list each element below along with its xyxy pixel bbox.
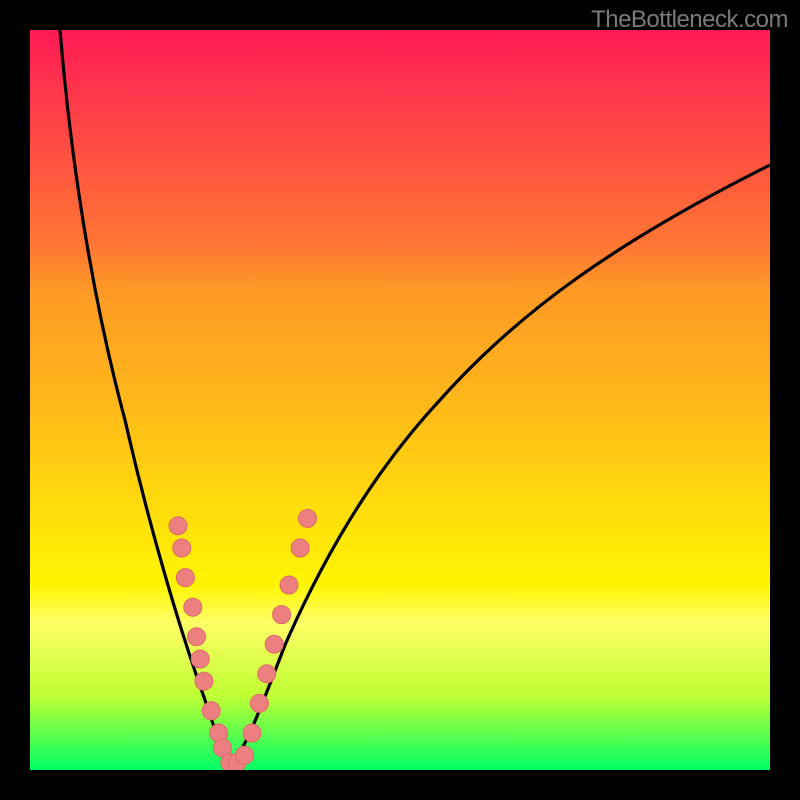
data-marker [173,539,191,557]
left-markers [169,517,246,770]
data-marker [176,569,194,587]
data-marker [195,672,213,690]
data-marker [265,635,283,653]
data-marker [243,724,261,742]
data-marker [169,517,187,535]
watermark-text: TheBottleneck.com [591,6,788,34]
data-marker [299,509,317,527]
data-marker [236,746,254,764]
data-marker [250,694,268,712]
data-marker [184,598,202,616]
chart-svg [30,30,770,770]
data-marker [202,702,220,720]
chart-container: TheBottleneck.com [0,0,800,800]
data-marker [291,539,309,557]
data-marker [258,665,276,683]
data-marker [191,650,209,668]
data-marker [188,628,206,646]
right-markers [236,509,317,764]
data-marker [273,606,291,624]
right-curve [230,165,770,767]
plot-area [30,30,770,770]
data-marker [280,576,298,594]
